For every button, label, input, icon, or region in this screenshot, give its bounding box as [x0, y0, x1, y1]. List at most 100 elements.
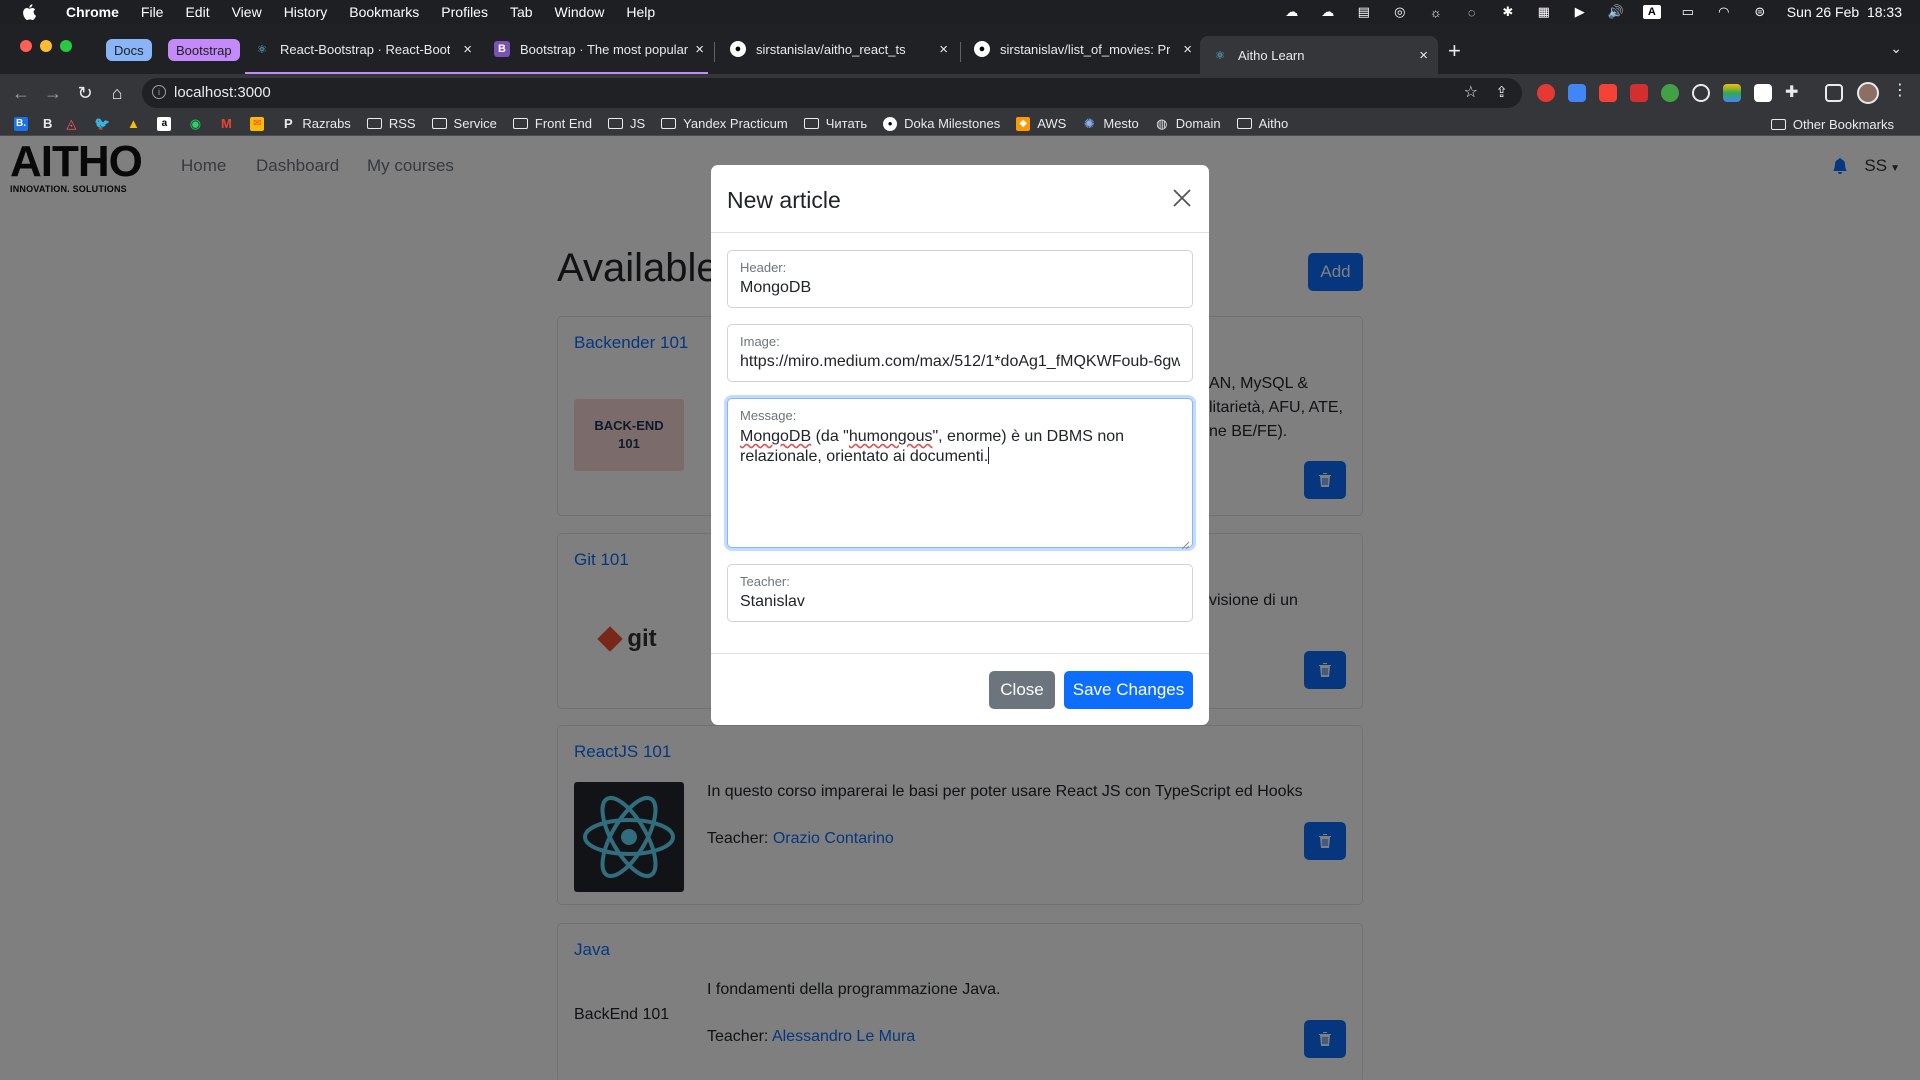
menu-app-chrome[interactable]: Chrome: [66, 4, 119, 20]
address-bar[interactable]: i localhost:3000 ☆ ⇪: [142, 78, 1522, 108]
bookmark-twitter[interactable]: 🐦: [94, 116, 116, 131]
tab-group-bootstrap[interactable]: Bootstrap: [168, 39, 240, 61]
input-source-icon[interactable]: A: [1642, 5, 1661, 19]
bookmark-mail[interactable]: ✉: [250, 116, 271, 131]
bookmark-label: B: [43, 116, 53, 131]
side-panel-icon[interactable]: [1825, 84, 1843, 102]
bookmark-folder-rss[interactable]: RSS: [366, 116, 416, 131]
extensions-puzzle-icon[interactable]: ✚: [1785, 82, 1803, 101]
bookmark-star-icon[interactable]: ☆: [1464, 82, 1478, 102]
menu-help[interactable]: Help: [626, 4, 655, 20]
extension-notion-icon[interactable]: [1754, 84, 1772, 102]
extension-green-icon[interactable]: [1661, 84, 1679, 102]
bookmark-aws[interactable]: ◆ AWS: [1016, 116, 1066, 131]
extension-translate-icon[interactable]: [1568, 84, 1586, 102]
bookmark-domain[interactable]: ◍ Domain: [1155, 116, 1220, 132]
back-button[interactable]: ←: [10, 82, 32, 104]
apple-icon[interactable]: [18, 1, 40, 23]
chrome-menu-icon[interactable]: ⋮: [1892, 80, 1910, 99]
bookmark-amazon[interactable]: a: [157, 116, 178, 131]
sync-icon[interactable]: ◎: [1391, 4, 1409, 19]
menu-window[interactable]: Window: [555, 4, 605, 20]
bookmark-b[interactable]: B: [43, 116, 52, 131]
tab-close-icon[interactable]: ×: [695, 41, 704, 58]
brightness-icon[interactable]: ☼: [1427, 5, 1445, 20]
extension-circle-icon[interactable]: [1692, 84, 1710, 102]
textarea-resize-handle[interactable]: [1181, 536, 1190, 550]
clipboard-icon[interactable]: ▤: [1355, 4, 1373, 19]
tab-search-chevron-icon[interactable]: ⌄: [1890, 40, 1902, 57]
wifi-icon[interactable]: ◠: [1715, 4, 1733, 19]
extension-adblock-icon[interactable]: [1537, 84, 1555, 102]
tab-aitho-react-ts[interactable]: ● sirstanislav/aitho_react_ts ×: [718, 32, 958, 66]
menu-profiles[interactable]: Profiles: [441, 4, 488, 20]
profile-avatar[interactable]: [1857, 82, 1879, 104]
tab-react-bootstrap[interactable]: ⚛ React-Bootstrap · React-Boots ×: [242, 32, 482, 66]
tab-close-icon[interactable]: ×: [463, 41, 472, 58]
message-text: (da ": [811, 428, 849, 445]
teacher-field[interactable]: Teacher: Stanislav: [727, 564, 1193, 622]
window-minimize-button[interactable]: [40, 40, 52, 52]
menubar-clock[interactable]: Sun 26 Feb 18:33: [1787, 4, 1902, 20]
bookmark-drive[interactable]: ▲: [126, 116, 147, 131]
teacher-input[interactable]: Stanislav: [740, 593, 1180, 611]
bookmark-folder-yandex[interactable]: Yandex Practicum: [661, 116, 788, 131]
home-button[interactable]: ⌂: [106, 82, 128, 104]
bookmark-whatsapp[interactable]: ◉: [188, 116, 209, 131]
message-field[interactable]: Message: MongoDB (da "humongous", enorme…: [727, 398, 1193, 550]
menu-bookmarks[interactable]: Bookmarks: [349, 4, 419, 20]
save-changes-button[interactable]: Save Changes: [1064, 671, 1193, 709]
bookmark-folder-chitat[interactable]: Читать: [803, 116, 867, 131]
bookmark-folder-service[interactable]: Service: [431, 116, 497, 131]
share-icon[interactable]: ⇪: [1495, 83, 1508, 101]
message-textarea[interactable]: MongoDB (da "humongous", enorme) è un DB…: [740, 427, 1180, 467]
control-center-icon[interactable]: ⊜: [1751, 4, 1769, 19]
bookmark-gmail[interactable]: M: [219, 116, 240, 131]
extension-gift-icon[interactable]: [1630, 84, 1648, 102]
image-field[interactable]: Image: https://miro.medium.com/max/512/1…: [727, 324, 1193, 382]
icloud-icon[interactable]: ☁: [1319, 4, 1337, 19]
bookmark-doka[interactable]: ● Doka Milestones: [883, 116, 1000, 131]
tab-close-icon[interactable]: ×: [1419, 47, 1428, 64]
site-info-icon[interactable]: i: [152, 85, 166, 99]
address-url[interactable]: localhost:3000: [174, 84, 271, 101]
tab-bootstrap[interactable]: B Bootstrap · The most popular H ×: [482, 32, 714, 66]
tab-group-docs[interactable]: Docs: [106, 39, 152, 61]
tab-close-icon[interactable]: ×: [1183, 41, 1192, 58]
header-field[interactable]: Header: MongoDB: [727, 250, 1193, 308]
tab-close-icon[interactable]: ×: [939, 41, 948, 58]
menu-tab[interactable]: Tab: [510, 4, 533, 20]
bookmark-other[interactable]: Other Bookmarks: [1770, 117, 1894, 132]
shazam-icon[interactable]: ◌: [1463, 5, 1481, 20]
menu-history[interactable]: History: [284, 4, 328, 20]
extension-red-icon[interactable]: [1599, 84, 1617, 102]
bookmark-razrabs[interactable]: P Razrabs: [281, 116, 351, 131]
menu-file[interactable]: File: [141, 4, 164, 20]
header-input[interactable]: MongoDB: [740, 279, 1180, 297]
reload-button[interactable]: ↻: [74, 82, 96, 104]
battery-icon[interactable]: ▭: [1679, 4, 1697, 19]
menu-edit[interactable]: Edit: [185, 4, 209, 20]
volume-icon[interactable]: 🔊: [1607, 4, 1625, 19]
layout-icon[interactable]: ▦: [1535, 4, 1553, 19]
bluetooth-icon[interactable]: ✱: [1499, 4, 1517, 19]
bookmark-folder-front-end[interactable]: Front End: [512, 116, 592, 131]
window-zoom-button[interactable]: [60, 40, 72, 52]
bookmark-mesto[interactable]: ✺ Mesto: [1082, 116, 1139, 132]
tab-list-of-movies[interactable]: ● sirstanislav/list_of_movies: Pr ×: [962, 32, 1202, 66]
bookmark-bitbucket[interactable]: B.: [14, 116, 35, 131]
bookmark-airbnb[interactable]: ◬: [64, 116, 85, 131]
window-close-button[interactable]: [20, 40, 32, 52]
bookmark-folder-js[interactable]: JS: [608, 116, 645, 131]
creative-cloud-icon[interactable]: ☁: [1283, 4, 1301, 19]
bookmark-folder-aitho[interactable]: Aitho: [1236, 116, 1288, 131]
tab-aitho-learn[interactable]: ⚛ Aitho Learn ×: [1200, 36, 1438, 74]
play-icon[interactable]: ▶: [1571, 4, 1589, 19]
new-tab-button[interactable]: +: [1448, 38, 1461, 64]
extension-colors-icon[interactable]: [1723, 84, 1741, 102]
menu-view[interactable]: View: [232, 4, 262, 20]
close-button[interactable]: Close: [989, 671, 1055, 709]
close-icon[interactable]: [1171, 187, 1193, 209]
forward-button[interactable]: →: [42, 82, 64, 104]
image-input[interactable]: https://miro.medium.com/max/512/1*doAg1_…: [740, 353, 1180, 371]
